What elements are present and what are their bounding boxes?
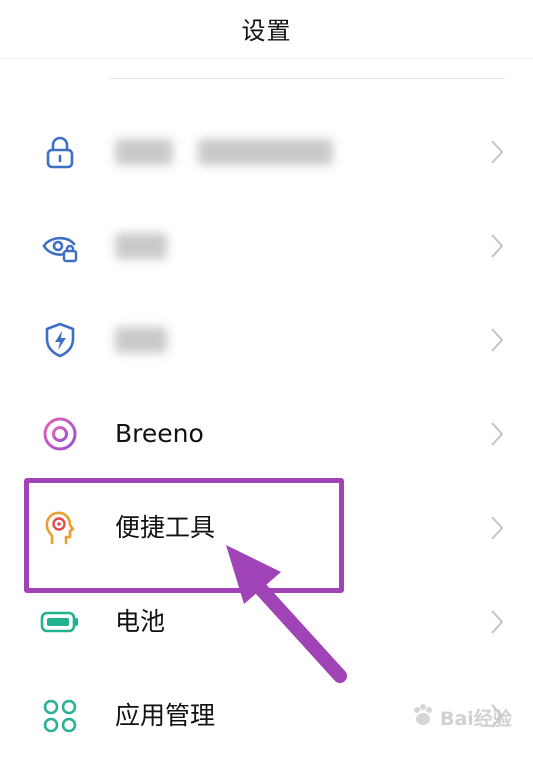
breeno-icon xyxy=(40,414,80,454)
shield-bolt-icon xyxy=(40,320,80,360)
blurred-label xyxy=(115,139,173,165)
battery-icon xyxy=(40,602,80,642)
settings-item-label: Breeno xyxy=(115,419,204,448)
settings-item-privacy-protection[interactable] xyxy=(0,199,533,293)
chevron-right-icon xyxy=(488,137,506,167)
watermark-text: Bai经验 xyxy=(440,707,512,730)
header: 设置 xyxy=(0,0,533,56)
eye-lock-icon xyxy=(40,226,80,266)
settings-item-privacy[interactable] xyxy=(0,105,533,199)
annotation-highlight-box xyxy=(24,478,344,593)
chevron-right-icon xyxy=(488,419,506,449)
blurred-label xyxy=(115,233,167,259)
settings-item-security[interactable] xyxy=(0,293,533,387)
header-divider xyxy=(0,58,533,59)
settings-item-breeno[interactable]: Breeno xyxy=(0,387,533,481)
blurred-label xyxy=(198,139,333,165)
chevron-right-icon xyxy=(488,513,506,543)
lock-icon xyxy=(40,132,80,172)
apps-grid-icon xyxy=(40,696,80,736)
section-divider xyxy=(110,78,505,79)
blurred-label xyxy=(115,327,167,353)
page-title: 设置 xyxy=(241,16,292,45)
watermark-logo: Bai经验 xyxy=(410,700,528,734)
paw-icon xyxy=(410,702,436,733)
chevron-right-icon xyxy=(488,231,506,261)
chevron-right-icon xyxy=(488,325,506,355)
settings-item-label: 应用管理 xyxy=(115,701,216,730)
settings-item-label: 电池 xyxy=(115,607,166,636)
chevron-right-icon xyxy=(488,607,506,637)
